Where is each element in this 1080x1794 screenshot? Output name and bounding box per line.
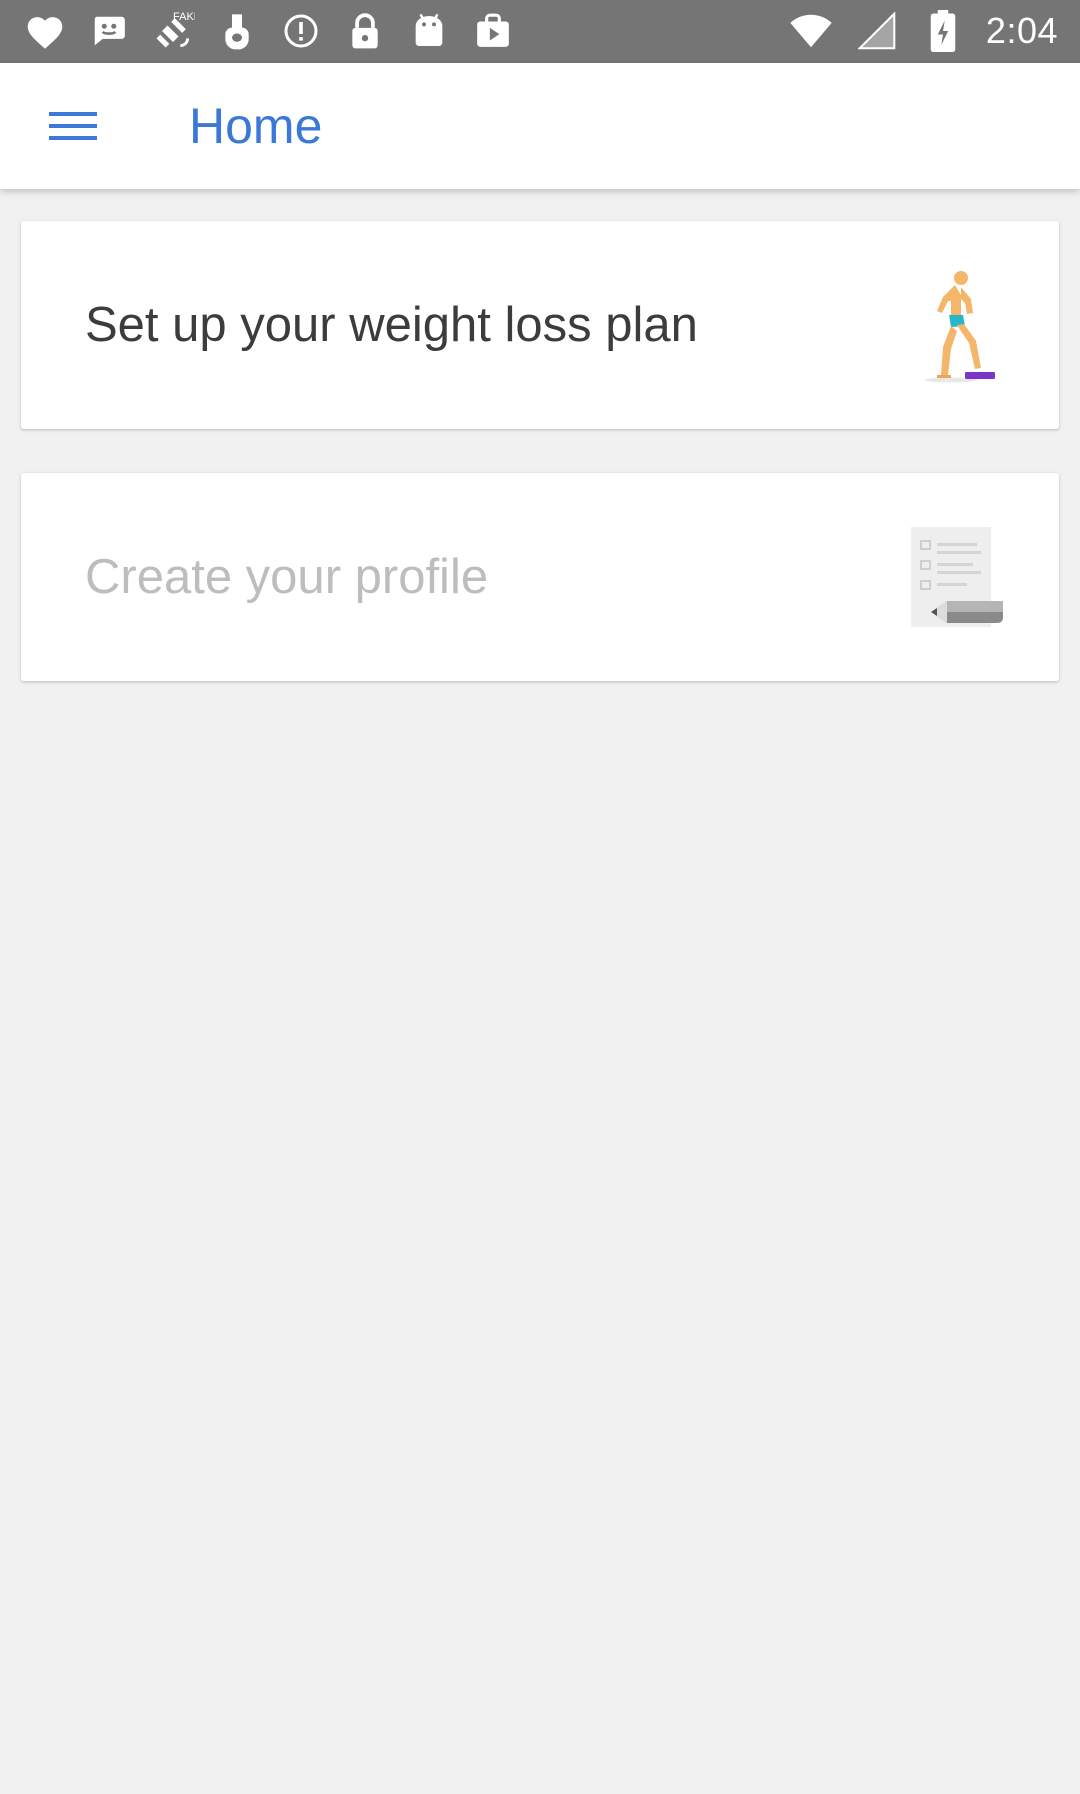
weight-loss-plan-label: Set up your weight loss plan: [85, 298, 698, 352]
svg-text:FAKE: FAKE: [173, 11, 195, 23]
app-bar: Home: [0, 63, 1080, 189]
fake-gps-icon: FAKE: [150, 8, 196, 54]
lock-icon: [342, 8, 388, 54]
status-time: 2:04: [985, 10, 1058, 51]
wifi-icon: [788, 8, 834, 54]
battery-charging-icon: [920, 8, 966, 54]
notification-icons: FAKE: [22, 8, 516, 54]
hand-icon: [214, 8, 260, 54]
document-with-pencil-illustration: [911, 527, 1003, 627]
info-circle-icon: [278, 8, 324, 54]
chat-bubble-icon: [86, 8, 132, 54]
hamburger-menu-icon: [49, 112, 97, 140]
create-profile-label: Create your profile: [85, 550, 489, 604]
android-robot-icon: [406, 8, 452, 54]
play-store-bag-icon: [470, 8, 516, 54]
person-on-scale-illustration: [925, 271, 995, 383]
status-bar: FAKE 2:04: [0, 0, 1080, 63]
signal-icon: [854, 8, 900, 54]
heart-icon: [22, 8, 68, 54]
system-icons: 2:04: [788, 8, 1058, 54]
page-title: Home: [189, 98, 323, 154]
navigation-menu-button[interactable]: [30, 90, 116, 162]
weight-loss-plan-card[interactable]: Set up your weight loss plan: [21, 221, 1059, 429]
create-profile-card[interactable]: Create your profile: [21, 473, 1059, 681]
